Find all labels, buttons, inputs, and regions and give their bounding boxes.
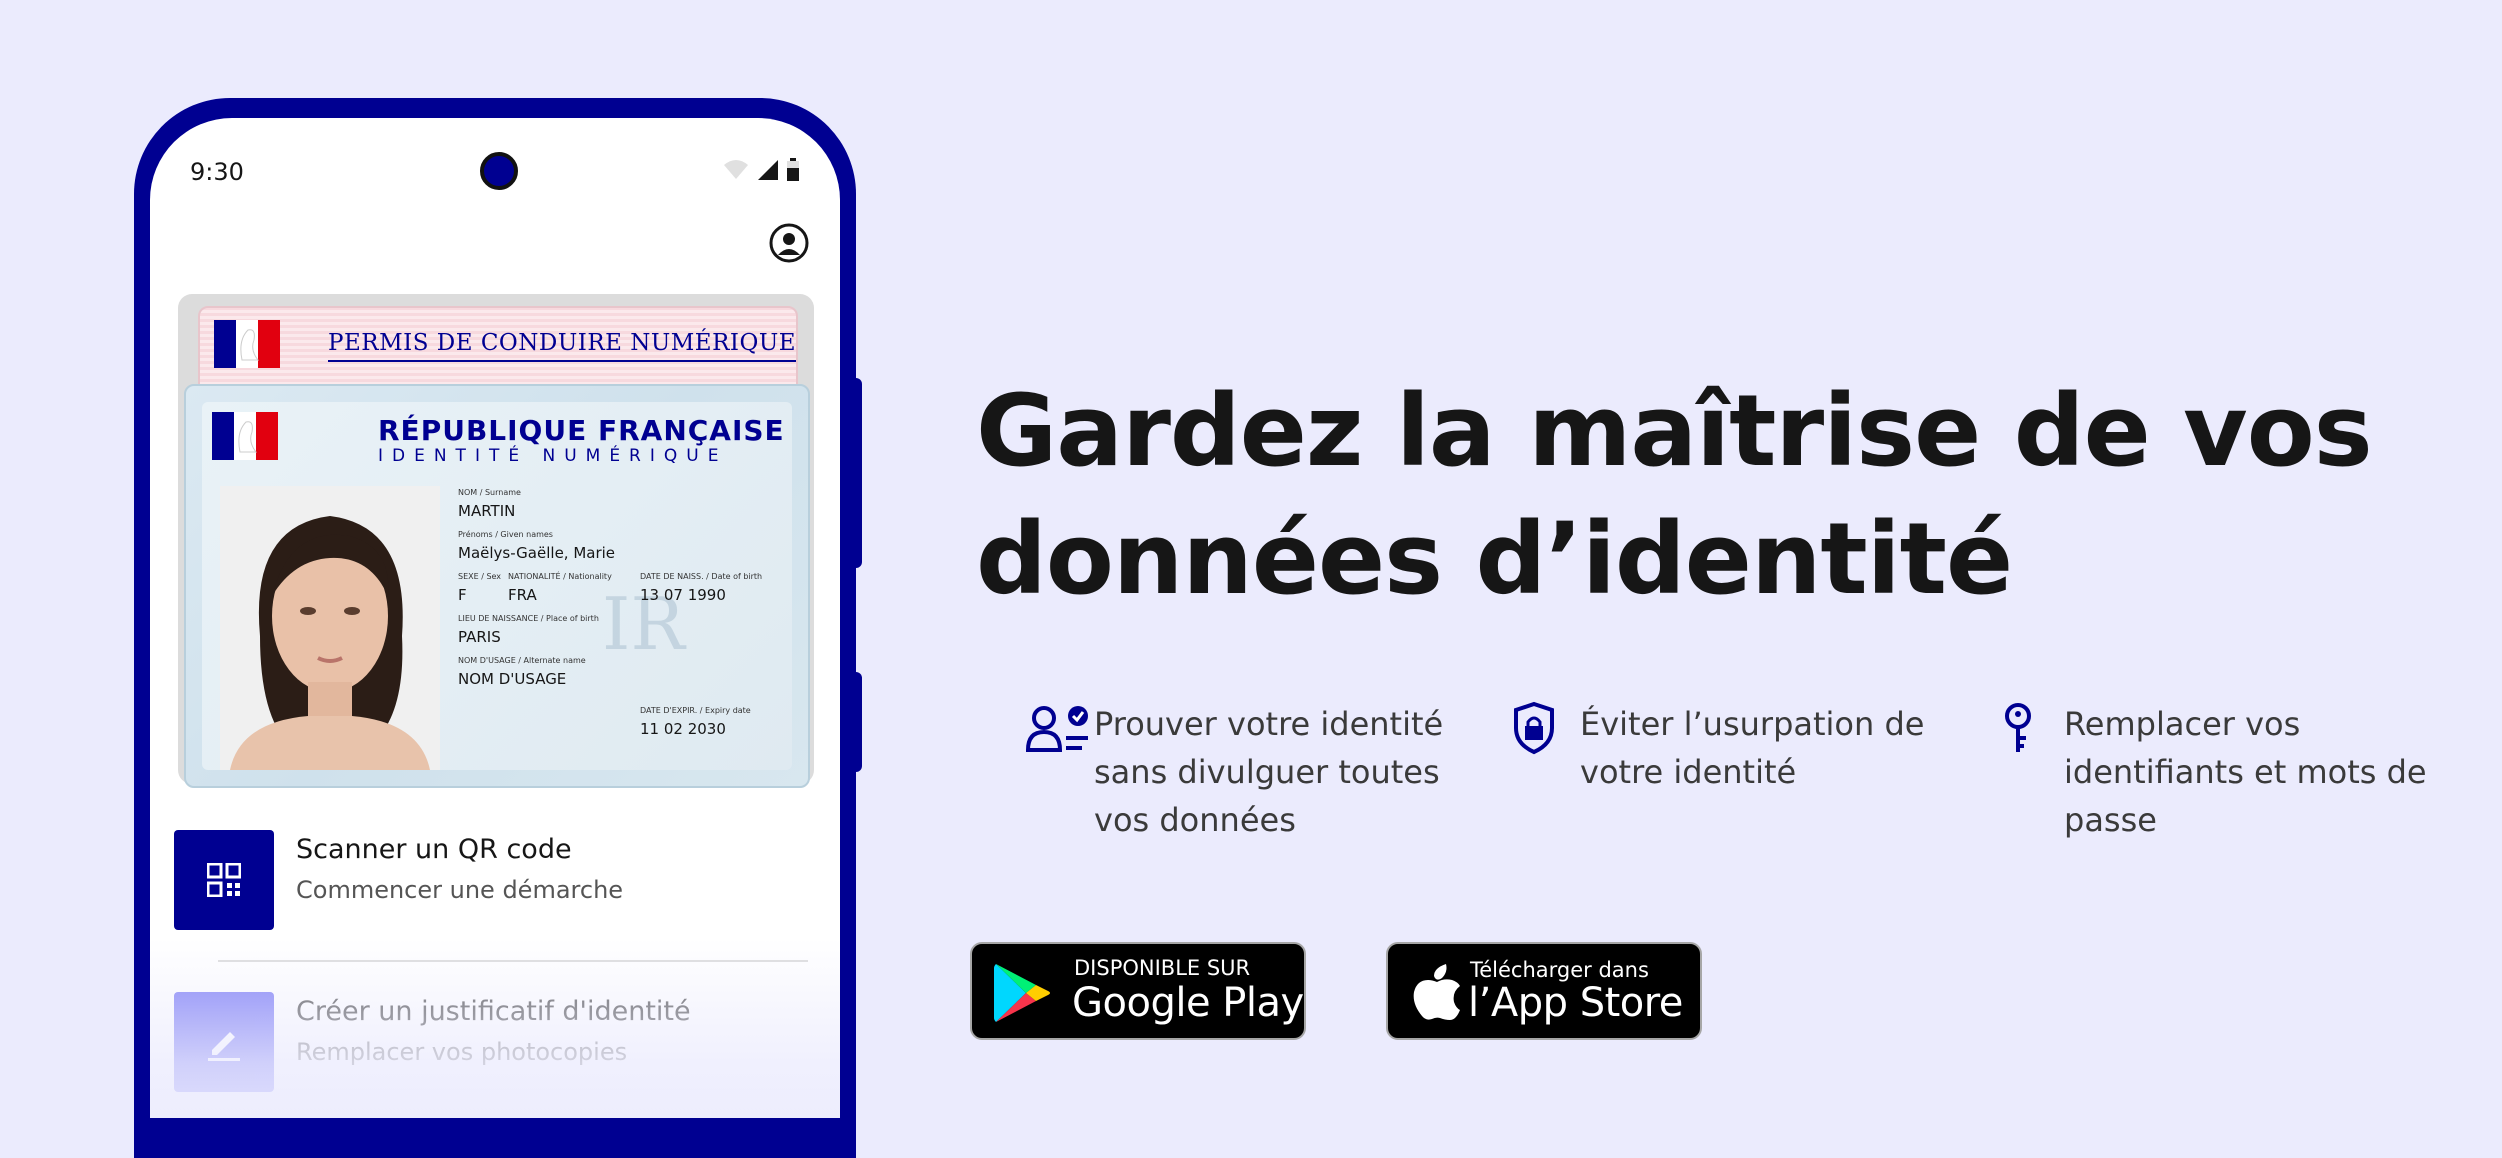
scan-qr-button[interactable]	[174, 830, 274, 930]
headline-line-2: données d’identité	[976, 502, 2013, 617]
permis-title: PERMIS DE CONDUIRE NUMÉRIQUE	[328, 330, 796, 362]
user-check-icon	[1025, 706, 1088, 752]
signal-icon	[758, 160, 778, 180]
google-play-big-text: Google Play	[1072, 980, 1304, 1026]
field-usage: NOM D'USAGE	[458, 670, 567, 688]
shield-lock-icon	[1514, 701, 1554, 755]
feature-replace-passwords: Remplacer vos identifiants et mots de pa…	[1996, 700, 2427, 839]
create-justificatif-subtitle: Remplacer vos photocopies	[296, 1038, 628, 1066]
field-nom: MARTIN	[458, 502, 516, 520]
driving-license-card[interactable]: PERMIS DE CONDUIRE NUMÉRIQUE	[198, 306, 798, 390]
feature-text-line: Remplacer vos	[2064, 705, 2301, 743]
headline: Gardez la maîtrise de vos données d’iden…	[976, 368, 2456, 624]
feature-prevent-theft: Éviter l’usurpation de votre identité	[1510, 700, 1924, 791]
scan-qr-title[interactable]: Scanner un QR code	[296, 834, 572, 865]
pencil-icon	[208, 1032, 240, 1061]
google-play-small-text: DISPONIBLE SUR	[1074, 956, 1251, 980]
key-icon	[2005, 703, 2031, 752]
create-justificatif-button[interactable]	[174, 992, 274, 1092]
field-label: Prénoms / Given names	[458, 530, 553, 539]
feature-text-line: vos données	[1094, 801, 1296, 839]
feature-text-line: Éviter l’usurpation de	[1580, 705, 1925, 743]
field-label: DATE DE NAISS. / Date of birth	[640, 572, 763, 581]
headline-line-1: Gardez la maîtrise de vos	[976, 374, 2373, 489]
portrait-image	[220, 486, 440, 770]
id-subtitle: IDENTITÉ NUMÉRIQUE	[378, 446, 728, 466]
profile-icon[interactable]	[768, 222, 810, 264]
field-label: SEXE / Sex	[458, 572, 502, 581]
field-nationalite: FRA	[508, 586, 537, 604]
field-label: NATIONALITÉ / Nationality	[508, 572, 612, 581]
field-prenoms: Maëlys-Gaëlle, Marie	[458, 544, 616, 562]
field-lieu: PARIS	[458, 628, 501, 646]
phone-side-button	[850, 378, 862, 568]
marianne-logo-icon	[214, 320, 280, 368]
status-icons	[722, 158, 800, 182]
id-republique: RÉPUBLIQUE FRANÇAISE	[378, 414, 785, 447]
scan-qr-subtitle: Commencer une démarche	[296, 876, 624, 904]
feature-prove-identity: Prouver votre identité sans divulguer to…	[1024, 700, 1443, 839]
phone-side-button	[850, 672, 862, 772]
apple-icon	[1413, 964, 1460, 1020]
app-store-small-text: Télécharger dans	[1470, 958, 1649, 982]
wifi-icon	[724, 160, 748, 179]
feature-text-line: sans divulguer toutes	[1094, 753, 1440, 791]
identity-card-body: RÉPUBLIQUE FRANÇAISE IDENTITÉ NUMÉRIQUE …	[202, 402, 792, 770]
field-label: DATE D'EXPIR. / Expiry date	[640, 706, 751, 715]
id-photo	[220, 486, 440, 770]
battery-icon	[787, 158, 799, 181]
divider	[218, 960, 808, 962]
field-expir: 11 02 2030	[640, 720, 726, 738]
qr-code-icon	[207, 863, 241, 897]
create-justificatif-title[interactable]: Créer un justificatif d'identité	[296, 996, 691, 1027]
feature-text-line: votre identité	[1580, 753, 1797, 791]
feature-text-line: passe	[2064, 801, 2157, 839]
feature-text-line: identifiants et mots de	[2064, 753, 2427, 791]
marianne-logo-icon	[212, 412, 278, 460]
field-naissance: 13 07 1990	[640, 586, 726, 604]
field-label: LIEU DE NAISSANCE / Place of birth	[458, 614, 599, 623]
field-label: NOM / Surname	[458, 488, 521, 497]
app-store-button[interactable]: Télécharger dans l’App Store	[1386, 942, 1702, 1040]
field-sexe: F	[458, 586, 467, 604]
google-play-icon	[994, 964, 1050, 1022]
identity-card[interactable]: RÉPUBLIQUE FRANÇAISE IDENTITÉ NUMÉRIQUE …	[184, 384, 810, 788]
camera-icon	[480, 152, 518, 190]
google-play-button[interactable]: DISPONIBLE SUR Google Play	[970, 942, 1306, 1040]
app-store-big-text: l’App Store	[1468, 980, 1683, 1026]
phone-screen: 9:30 PERMIS DE CONDUIRE NUMÉRIQUE RÉPUBL…	[150, 118, 840, 1118]
status-time: 9:30	[190, 158, 244, 186]
field-label: NOM D'USAGE / Alternate name	[458, 656, 586, 665]
feature-text-line: Prouver votre identité	[1094, 705, 1444, 743]
